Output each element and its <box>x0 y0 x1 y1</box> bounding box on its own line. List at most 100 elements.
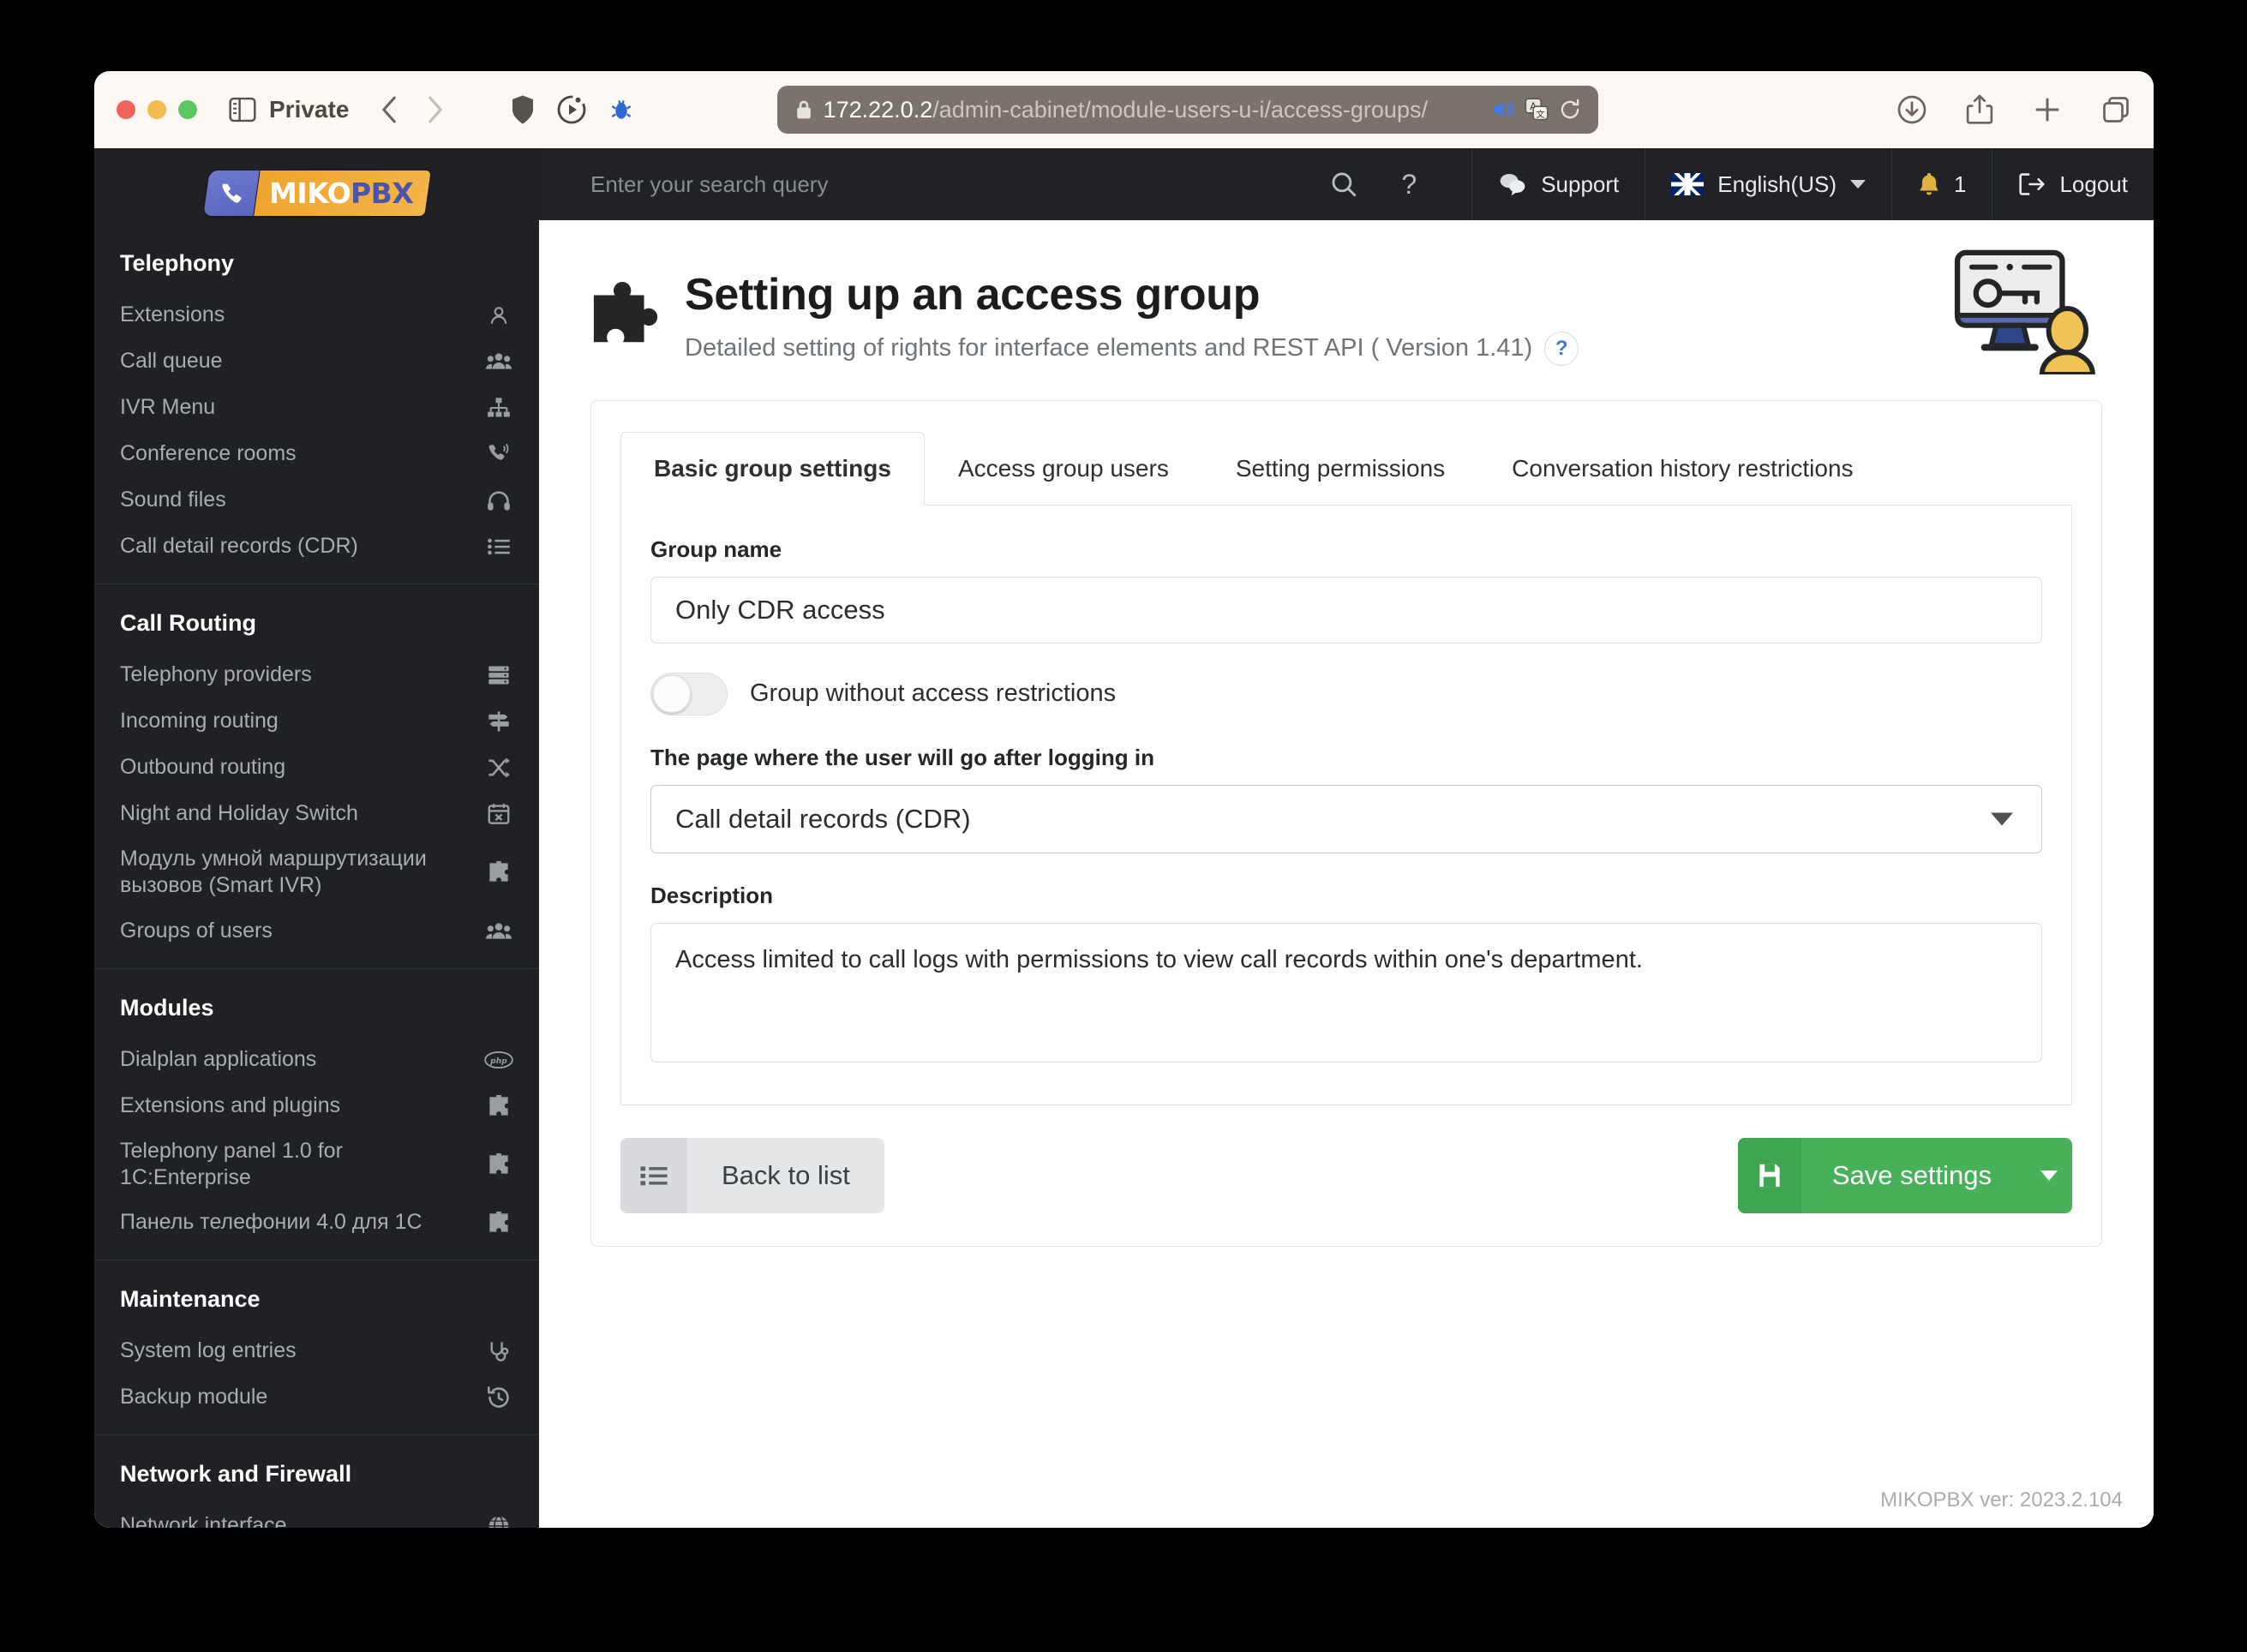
sidebar-item-extensions-and-plugins[interactable]: Extensions and plugins <box>94 1083 539 1129</box>
landing-page-select[interactable]: Call detail records (CDR) <box>650 784 2042 853</box>
flag-uk-icon <box>1671 173 1705 195</box>
puzzle-icon <box>484 858 513 887</box>
download-icon[interactable] <box>1896 94 1927 125</box>
app-logo[interactable]: MIKO PBX <box>94 148 539 242</box>
audio-playing-icon[interactable] <box>1490 99 1514 121</box>
search-icon[interactable] <box>1329 170 1358 199</box>
privacy-shield-button[interactable] <box>510 94 536 125</box>
sign-post-icon <box>484 707 513 736</box>
sidebar-item-incoming-routing[interactable]: Incoming routing <box>94 698 539 745</box>
lock-icon <box>794 99 813 121</box>
back-to-list-label: Back to list <box>722 1159 850 1190</box>
close-window-button[interactable] <box>117 100 135 119</box>
sidebar-item-system-log-entries[interactable]: System log entries <box>94 1328 539 1374</box>
translate-icon[interactable]: A文 <box>1525 98 1549 122</box>
language-label: English(US) <box>1717 171 1837 197</box>
sidebar-section-telephony: Telephony Extensions Call queue IVR Menu… <box>94 242 539 584</box>
sidebar-item-label: IVR Menu <box>120 395 216 420</box>
sidebar-section-title: Network and Firewall <box>120 1461 352 1487</box>
logo-text-miko: MIKO <box>268 177 351 210</box>
minimize-window-button[interactable] <box>147 100 166 119</box>
php-icon: php <box>484 1045 513 1074</box>
sidebar-item-backup-module[interactable]: Backup module <box>94 1374 539 1421</box>
support-button[interactable]: Support <box>1471 148 1645 220</box>
language-selector[interactable]: English(US) <box>1645 148 1891 220</box>
tab-access-group-users[interactable]: Access group users <box>925 432 1202 506</box>
tab-setting-permissions[interactable]: Setting permissions <box>1202 432 1478 506</box>
sidebar-item-label: Extensions <box>120 302 225 327</box>
tab-overview-icon[interactable] <box>2100 94 2131 125</box>
reload-icon[interactable] <box>1559 99 1581 121</box>
chevron-down-icon <box>1850 180 1866 189</box>
browser-forward-button[interactable] <box>412 87 458 133</box>
server-icon <box>484 661 513 690</box>
url-text: 172.22.0.2/admin-cabinet/module-users-u-… <box>824 97 1480 123</box>
sidebar-item-panel-telefonii-4[interactable]: Панель телефонии 4.0 для 1С <box>94 1200 539 1246</box>
help-badge-button[interactable]: ? <box>1544 331 1579 366</box>
puzzle-icon <box>484 1208 513 1237</box>
maximize-window-button[interactable] <box>178 100 197 119</box>
tab-conversation-history-restrictions[interactable]: Conversation history restrictions <box>1478 432 1886 506</box>
sidebar-item-outbound-routing[interactable]: Outbound routing <box>94 745 539 791</box>
group-name-input[interactable] <box>650 576 2042 643</box>
sidebar-item-conference-rooms[interactable]: Conference rooms <box>94 431 539 477</box>
stethoscope-icon <box>484 1337 513 1366</box>
phone-volume-icon <box>484 440 513 469</box>
page-subtitle: Detailed setting of rights for interface… <box>685 334 1533 362</box>
group-without-restrictions-toggle[interactable] <box>650 672 728 715</box>
share-icon[interactable] <box>1965 93 1994 126</box>
help-icon[interactable]: ? <box>1375 169 1437 201</box>
svg-text:文: 文 <box>1536 109 1544 120</box>
users-group-icon <box>484 917 513 946</box>
landing-page-label: The page where the user will go after lo… <box>650 744 1154 770</box>
extension-button[interactable] <box>556 94 587 125</box>
sidebar-item-dialplan-applications[interactable]: Dialplan applications php <box>94 1037 539 1083</box>
description-textarea[interactable] <box>650 922 2042 1062</box>
bug-icon <box>608 96 635 123</box>
sidebar-item-smart-ivr[interactable]: Модуль умной маршрутизации вызовов (Smar… <box>94 837 539 908</box>
sidebar-item-network-interface[interactable]: Network interface <box>94 1503 539 1528</box>
sidebar-item-groups-of-users[interactable]: Groups of users <box>94 908 539 955</box>
svg-text:php: php <box>489 1056 507 1065</box>
landing-page-selected-value: Call detail records (CDR) <box>675 803 971 834</box>
globe-icon <box>484 1511 513 1528</box>
form-actions: Back to list Save settings <box>620 1137 2072 1213</box>
logout-button[interactable]: Logout <box>1992 148 2154 220</box>
sidebar-item-call-queue[interactable]: Call queue <box>94 338 539 385</box>
browser-back-button[interactable] <box>366 87 412 133</box>
extension-icon <box>556 94 587 125</box>
sidebar-item-label: Dialplan applications <box>120 1046 317 1071</box>
sidebar-item-cdr[interactable]: Call detail records (CDR) <box>94 524 539 570</box>
comments-icon <box>1498 171 1527 197</box>
sidebar-item-sound-files[interactable]: Sound files <box>94 477 539 524</box>
sidebar-item-ivr-menu[interactable]: IVR Menu <box>94 385 539 431</box>
application-frame: MIKO PBX Telephony Extensions Call queue … <box>94 148 2154 1528</box>
logout-icon <box>2018 172 2046 196</box>
sidebar-item-telephony-providers[interactable]: Telephony providers <box>94 652 539 698</box>
sidebar-icon <box>228 97 257 123</box>
tab-bar: Basic group settings Access group users … <box>620 431 2072 506</box>
sidebar-section-title: Maintenance <box>120 1286 261 1312</box>
shuffle-icon <box>484 753 513 782</box>
bug-button[interactable] <box>608 96 635 123</box>
search-input[interactable] <box>590 171 1313 198</box>
sidebar-item-night-holiday-switch[interactable]: Night and Holiday Switch <box>94 791 539 837</box>
window-controls[interactable] <box>117 100 197 119</box>
sidebar-toggle-button[interactable]: Private <box>228 96 349 123</box>
new-tab-icon[interactable] <box>2032 94 2063 125</box>
notifications-button[interactable]: 1 <box>1891 148 1992 220</box>
sidebar-item-telephony-panel-1c[interactable]: Telephony panel 1.0 for 1C:Enterprise <box>94 1129 539 1200</box>
sidebar-item-extensions[interactable]: Extensions <box>94 292 539 338</box>
address-bar[interactable]: 172.22.0.2/admin-cabinet/module-users-u-… <box>776 86 1598 134</box>
tab-basic-group-settings[interactable]: Basic group settings <box>620 431 925 506</box>
save-dropdown-button[interactable] <box>2026 1138 2072 1213</box>
save-settings-label: Save settings <box>1831 1159 1992 1190</box>
back-to-list-button[interactable]: Back to list <box>620 1137 884 1213</box>
list-icon <box>484 532 513 561</box>
tab-panel-basic-group-settings: Group name Group without access restrict… <box>620 505 2072 1105</box>
page-subtitle-row: Detailed setting of rights for interface… <box>685 331 2102 366</box>
puzzle-icon <box>484 1150 513 1179</box>
page-header: Setting up an access group Detailed sett… <box>573 220 2119 400</box>
save-settings-button[interactable]: Save settings <box>1737 1137 2072 1213</box>
description-label: Description <box>650 882 774 908</box>
